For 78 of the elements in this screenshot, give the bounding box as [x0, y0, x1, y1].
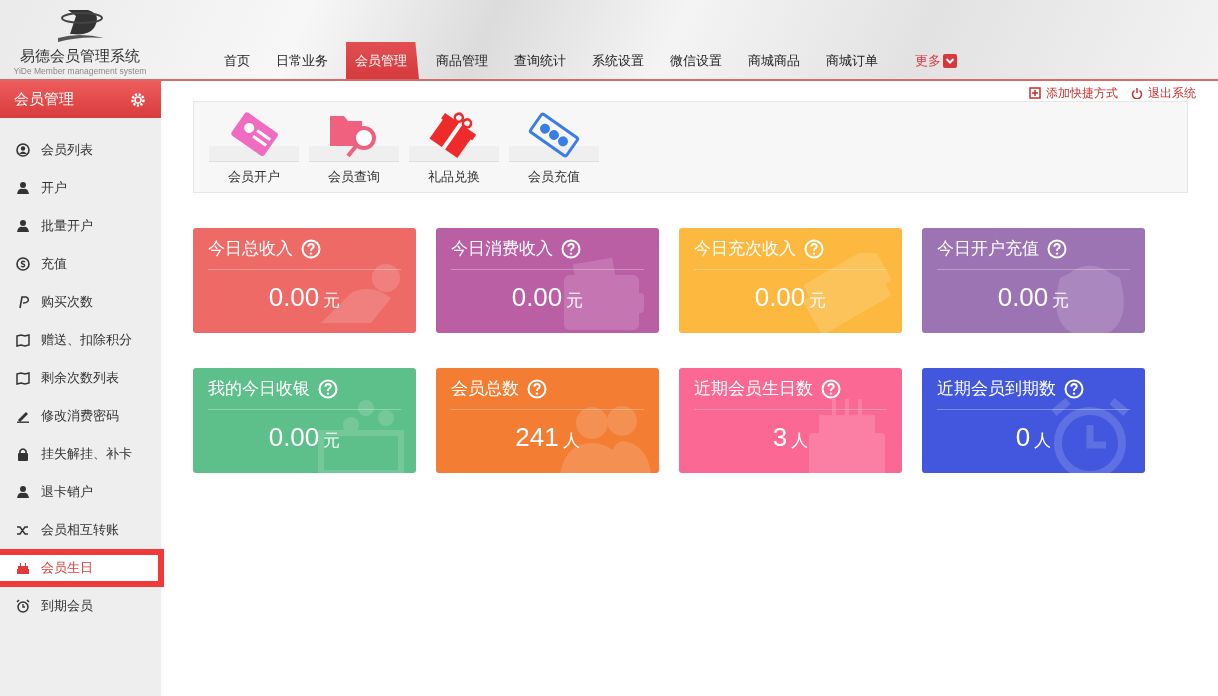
- cake-icon: [16, 561, 30, 575]
- sidebar-item[interactable]: 到期会员: [0, 587, 161, 625]
- nav-tab[interactable]: 系统设置: [583, 42, 653, 79]
- person-icon: [16, 219, 30, 233]
- card-title: 今日充次收入: [694, 238, 796, 260]
- card-value: 0.00: [268, 422, 320, 453]
- help-icon: [1047, 238, 1067, 259]
- help-icon: [1064, 378, 1084, 399]
- card-title: 近期会员到期数: [937, 378, 1056, 400]
- sidebar-item[interactable]: 会员相互转账: [0, 511, 161, 549]
- alarm-clock-icon: [16, 599, 30, 613]
- card-unit: 元: [809, 290, 827, 312]
- nav-tab[interactable]: 商品管理: [427, 42, 497, 79]
- help-icon: [318, 378, 338, 399]
- sidebar-item[interactable]: 开户: [0, 169, 161, 207]
- shortcut-icon: [1029, 87, 1041, 99]
- sidebar-title: 会员管理: [14, 90, 74, 109]
- card-unit: 人: [562, 430, 580, 452]
- top-link[interactable]: 添加快捷方式: [1046, 84, 1118, 102]
- card-title: 今日消费收入: [451, 238, 553, 260]
- card-title: 会员总数: [451, 378, 519, 400]
- nav-tab[interactable]: 日常业务: [267, 42, 337, 79]
- card-unit: 元: [566, 290, 584, 312]
- card-value: 0.00: [268, 282, 320, 313]
- nav-tab[interactable]: 会员管理: [346, 42, 419, 79]
- card-title: 今日总收入: [208, 238, 293, 260]
- card-title: 今日开户充值: [937, 238, 1039, 260]
- nav-tab[interactable]: 查询统计: [505, 42, 575, 79]
- help-icon: [821, 378, 841, 399]
- sidebar-item[interactable]: 批量开户: [0, 207, 161, 245]
- card-value: 0: [1015, 422, 1031, 453]
- card-value: 0.00: [511, 282, 563, 313]
- map-icon: [16, 371, 30, 385]
- card-unit: 人: [1034, 430, 1052, 452]
- card-unit: 元: [1052, 290, 1070, 312]
- sidebar-item[interactable]: 修改消费密码: [0, 397, 161, 435]
- card-unit: 元: [323, 430, 341, 452]
- card-title: 近期会员生日数: [694, 378, 813, 400]
- help-icon: [301, 238, 321, 259]
- nav-tab[interactable]: 商城订单: [817, 42, 887, 79]
- more-menu[interactable]: 更多: [895, 42, 957, 79]
- logo-title: 易德会员管理系统: [20, 47, 140, 66]
- dropdown-icon: [943, 53, 957, 68]
- settings-icon[interactable]: [130, 91, 146, 108]
- card-value: 0.00: [754, 282, 806, 313]
- person-icon: [16, 181, 30, 195]
- card-value: 0.00: [997, 282, 1049, 313]
- card-value: 241: [515, 422, 559, 453]
- card-unit: 人: [791, 430, 809, 452]
- ticket-icon: [526, 110, 582, 160]
- nav-tab[interactable]: 微信设置: [661, 42, 731, 79]
- help-icon: [804, 238, 824, 259]
- coin-icon: [16, 257, 30, 271]
- person-icon: [16, 485, 30, 499]
- help-icon: [527, 378, 547, 399]
- help-icon: [561, 238, 581, 259]
- top-link[interactable]: 退出系统: [1148, 84, 1196, 102]
- nav-tab[interactable]: 商城商品: [739, 42, 809, 79]
- lock-icon: [16, 447, 30, 461]
- sidebar-item[interactable]: 退卡销户: [0, 473, 161, 511]
- sidebar-item[interactable]: 购买次数: [0, 283, 161, 321]
- sidebar-item[interactable]: 会员生日: [0, 549, 164, 587]
- logo-subtitle: YiDe Member management system: [13, 66, 147, 76]
- map-icon: [16, 333, 30, 347]
- sidebar-item[interactable]: 赠送、扣除积分: [0, 321, 161, 359]
- user-circle-icon: [16, 143, 30, 157]
- sidebar-item[interactable]: 剩余次数列表: [0, 359, 161, 397]
- sidebar-item[interactable]: 充值: [0, 245, 161, 283]
- card-unit: 元: [323, 290, 341, 312]
- sidebar-item[interactable]: 会员列表: [0, 131, 161, 169]
- power-icon: [1131, 87, 1143, 99]
- shuffle-icon: [16, 523, 30, 537]
- card-title: 我的今日收银: [208, 378, 310, 400]
- card-value: 3: [772, 422, 788, 453]
- p-letter-icon: [16, 295, 30, 309]
- sidebar-item[interactable]: 挂失解挂、补卡: [0, 435, 161, 473]
- pen-icon: [16, 409, 30, 423]
- nav-tab[interactable]: 首页: [215, 42, 259, 79]
